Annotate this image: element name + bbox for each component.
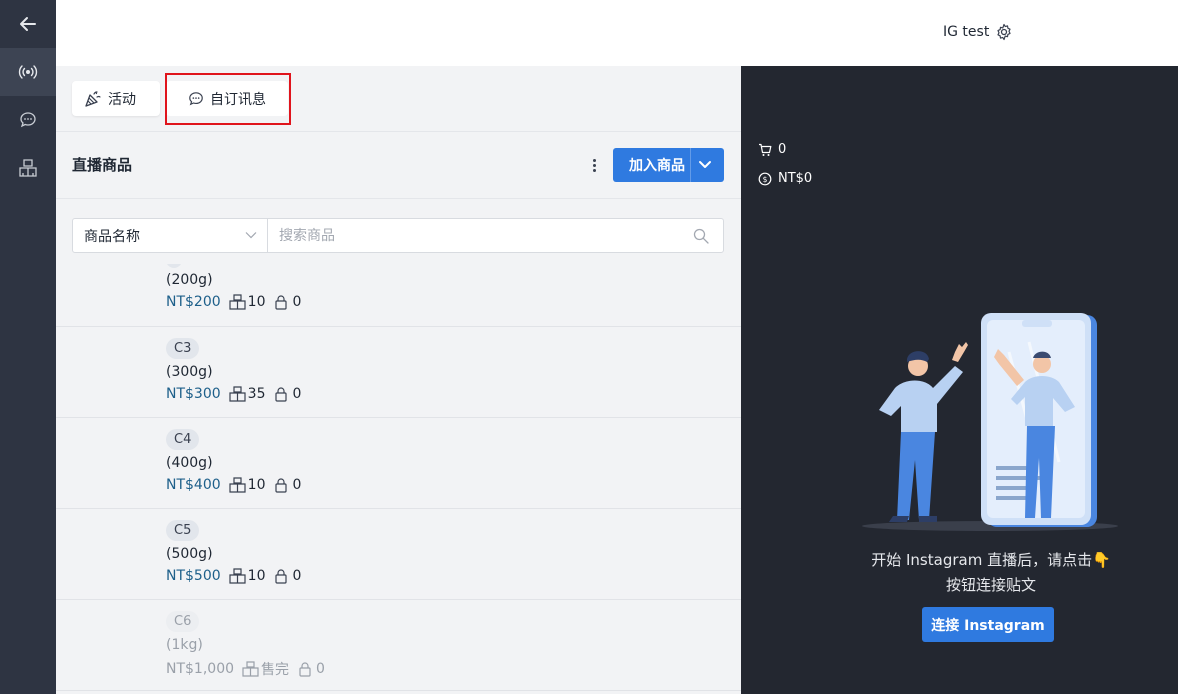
broadcast-icon	[18, 65, 38, 79]
product-weight: (200g)	[166, 272, 213, 288]
product-stock: 10	[247, 568, 266, 584]
product-price: NT$500	[166, 568, 221, 584]
product-weight: (400g)	[166, 455, 213, 471]
dollar-coin-icon: $	[758, 172, 772, 185]
product-locked: 0	[316, 661, 325, 677]
product-filter: 商品名称	[72, 218, 724, 253]
lock-icon	[275, 294, 288, 310]
section-title: 直播商品	[72, 156, 133, 174]
connect-hint: 开始 Instagram 直播后，请点击👇 按钮连接贴文	[867, 548, 1115, 598]
product-locked: 0	[292, 568, 302, 584]
product-price: NT$200	[166, 294, 221, 310]
product-code-badge: C5	[166, 520, 200, 541]
lock-icon	[275, 568, 288, 584]
stock-boxes-icon	[229, 477, 246, 493]
back-arrow-icon	[20, 17, 36, 31]
divider	[56, 198, 741, 199]
live-preview-panel: 0 $ NT$0 开始 Instagram 直播后，请点击👇 按钮连接贴文 连接…	[741, 66, 1178, 694]
products-panel: 活动 自订讯息 直播商品 加入商品 商品名称 (200g) NT$200 10	[56, 66, 741, 694]
left-rail	[0, 0, 56, 694]
filter-field-value: 商品名称	[84, 228, 140, 245]
gear-icon[interactable]	[995, 23, 1013, 41]
lock-icon	[275, 386, 288, 402]
lock-icon	[275, 477, 288, 493]
tab-custom-message-label: 自订讯息	[210, 91, 266, 108]
product-meta: NT$400 10 0	[166, 477, 301, 493]
product-meta: NT$200 10 0	[166, 294, 301, 310]
search-input[interactable]	[279, 219, 679, 252]
product-stock: 10	[247, 477, 266, 493]
filter-field-select[interactable]: 商品名称	[73, 219, 268, 252]
connect-instagram-button[interactable]: 连接 Instagram	[922, 607, 1054, 642]
connect-illustration	[862, 313, 1118, 531]
connect-hint-line1: 开始 Instagram 直播后，请点击👇	[871, 551, 1111, 569]
product-price: NT$1,000	[166, 661, 235, 677]
product-row[interactable]: C5 (500g) NT$500 10 0	[56, 509, 741, 600]
svg-text:$: $	[763, 174, 768, 183]
product-meta: NT$1,000 售完 0	[166, 659, 325, 679]
product-row[interactable]: (200g) NT$200 10 0	[56, 264, 741, 327]
more-options-button[interactable]	[587, 154, 601, 176]
product-weight: (500g)	[166, 546, 213, 562]
chevron-down-icon[interactable]	[698, 159, 712, 171]
cart-count-value: 0	[778, 142, 787, 157]
product-code-badge: C4	[166, 429, 200, 450]
tab-activity[interactable]: 活动	[72, 81, 160, 116]
cart-icon	[759, 143, 772, 156]
party-popper-icon	[85, 90, 101, 107]
product-locked: 0	[292, 294, 302, 310]
product-row[interactable]: C3 (300g) NT$300 35 0	[56, 327, 741, 418]
back-button[interactable]	[0, 0, 56, 48]
stock-boxes-icon	[229, 294, 246, 310]
stock-boxes-icon	[242, 661, 259, 677]
add-product-label: 加入商品	[629, 158, 685, 174]
rail-item-live[interactable]	[0, 48, 56, 96]
product-price: NT$400	[166, 477, 221, 493]
chat-bubble-icon	[20, 112, 36, 128]
divider	[56, 131, 741, 132]
boxes-icon	[19, 159, 37, 177]
tab-custom-message[interactable]: 自订讯息	[166, 81, 288, 116]
revenue-value: NT$0	[778, 171, 813, 186]
account-menu[interactable]: IG test	[943, 23, 1013, 41]
product-row[interactable]: C4 (400g) NT$400 10 0	[56, 418, 741, 509]
product-stock: 10	[247, 294, 266, 310]
tab-activity-label: 活动	[108, 91, 136, 108]
revenue: $ NT$0	[758, 171, 812, 186]
chat-bubble-icon	[189, 91, 203, 105]
lock-icon	[299, 661, 311, 677]
chevron-down-icon	[245, 232, 257, 239]
product-meta: NT$300 35 0	[166, 386, 301, 402]
product-row[interactable]: C6 (1kg) NT$1,000 售完 0	[56, 600, 741, 691]
product-weight: (300g)	[166, 364, 213, 380]
stock-boxes-icon	[229, 386, 246, 402]
product-weight: (1kg)	[166, 637, 203, 653]
product-price: NT$300	[166, 386, 221, 402]
product-locked: 0	[292, 477, 302, 493]
connect-hint-line2: 按钮连接贴文	[945, 576, 1036, 594]
product-code-badge: C3	[166, 338, 200, 359]
product-code-badge	[166, 264, 182, 268]
cart-count: 0	[758, 142, 786, 157]
product-stock: 售完	[261, 662, 290, 678]
add-product-button[interactable]: 加入商品	[613, 148, 724, 182]
product-list: (200g) NT$200 10 0 C3 (300g) NT$300 35 0…	[56, 264, 741, 694]
rail-item-products[interactable]	[0, 144, 56, 192]
top-bar: IG test	[56, 0, 1178, 66]
product-locked: 0	[292, 386, 302, 402]
product-code-badge: C6	[166, 611, 200, 632]
product-meta: NT$500 10 0	[166, 568, 301, 584]
rail-item-messages[interactable]	[0, 96, 56, 144]
account-name: IG test	[943, 24, 990, 40]
product-stock: 35	[247, 386, 266, 402]
stock-boxes-icon	[229, 568, 246, 584]
search-icon[interactable]	[693, 228, 709, 244]
